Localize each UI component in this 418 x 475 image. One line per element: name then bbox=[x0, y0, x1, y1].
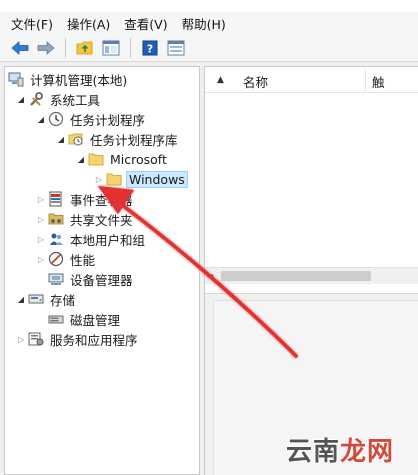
tree-node-computer-management[interactable]: 计算机管理(本地) bbox=[7, 69, 129, 89]
event-viewer-icon bbox=[47, 190, 65, 208]
performance-icon bbox=[47, 250, 65, 268]
back-arrow-icon[interactable] bbox=[9, 37, 31, 59]
expand-triangle-icon[interactable]: ▷ bbox=[35, 209, 47, 229]
tree-label: 性能 bbox=[70, 252, 96, 268]
toolbar-separator bbox=[130, 37, 131, 58]
folder-icon bbox=[87, 150, 105, 168]
folder-icon bbox=[105, 170, 123, 188]
tree-label: 设备管理器 bbox=[70, 272, 133, 288]
svg-text:?: ? bbox=[147, 42, 153, 55]
tree-label: 任务计划程序库 bbox=[90, 132, 178, 148]
scrollbar-thumb[interactable] bbox=[221, 271, 371, 281]
results-pane: ▲ 名称 触 ◀ bbox=[204, 66, 418, 475]
tree-label: 服务和应用程序 bbox=[50, 332, 138, 348]
tree-label: 磁盘管理 bbox=[70, 312, 121, 328]
tree-label: 存储 bbox=[50, 292, 76, 308]
sort-ascending-icon[interactable]: ▲ bbox=[217, 75, 224, 85]
tree-label: 计算机管理(本地) bbox=[30, 72, 128, 88]
expand-triangle-icon[interactable]: ▷ bbox=[93, 169, 105, 189]
horizontal-scrollbar[interactable]: ◀ bbox=[205, 267, 418, 284]
title-bar-strip bbox=[0, 0, 418, 12]
collapse-triangle-icon[interactable]: ◢ bbox=[75, 149, 87, 169]
tree-node-windows[interactable]: ▷ Windows bbox=[93, 169, 188, 189]
menu-view[interactable]: 查看(V) bbox=[117, 12, 174, 35]
watermark-part1: 云南 bbox=[286, 437, 341, 467]
scroll-left-icon[interactable]: ◀ bbox=[207, 272, 213, 281]
expand-triangle-icon[interactable]: ▷ bbox=[35, 229, 47, 249]
system-tools-icon bbox=[27, 90, 45, 108]
users-icon bbox=[47, 230, 65, 248]
up-folder-icon[interactable] bbox=[74, 37, 96, 59]
column-divider[interactable] bbox=[365, 69, 366, 91]
tree-label: 任务计划程序 bbox=[70, 112, 146, 128]
tree-node-disk-management[interactable]: 磁盘管理 bbox=[47, 309, 122, 329]
column-name-header[interactable]: 名称 bbox=[243, 72, 268, 91]
shared-folder-icon bbox=[47, 210, 65, 228]
show-hide-tree-icon[interactable] bbox=[100, 37, 122, 59]
tree-label: 共享文件夹 bbox=[70, 212, 133, 228]
storage-icon bbox=[27, 290, 45, 308]
forward-arrow-icon[interactable] bbox=[35, 37, 57, 59]
tree-node-shared-folders[interactable]: ▷ 共享文件夹 bbox=[35, 209, 135, 229]
device-manager-icon bbox=[47, 270, 65, 288]
watermark-part2: 龙网 bbox=[340, 437, 395, 467]
menu-help[interactable]: 帮助(H) bbox=[175, 12, 233, 35]
tree-label: Windows bbox=[126, 170, 188, 188]
tree-label: 事件查看器 bbox=[70, 192, 133, 208]
column-status-header[interactable]: 触 bbox=[372, 72, 385, 91]
menu-bar: 文件(F) 操作(A) 查看(V) 帮助(H) bbox=[0, 12, 418, 34]
services-icon bbox=[27, 330, 45, 348]
collapse-triangle-icon[interactable]: ◢ bbox=[15, 89, 27, 109]
expand-triangle-icon[interactable]: ▷ bbox=[15, 329, 27, 349]
clock-folder-icon bbox=[67, 130, 85, 148]
expand-triangle-icon[interactable]: ▷ bbox=[35, 189, 47, 209]
help-icon[interactable]: ? bbox=[139, 37, 161, 59]
clock-icon bbox=[47, 110, 65, 128]
tree-node-device-manager[interactable]: 设备管理器 bbox=[47, 269, 135, 289]
tree-node-performance[interactable]: ▷ 性能 bbox=[35, 249, 97, 269]
tree-node-task-library[interactable]: ◢ 任务计划程序库 bbox=[55, 129, 180, 149]
tree-node-event-viewer[interactable]: ▷ 事件查看器 bbox=[35, 189, 135, 209]
toolbar: ? bbox=[0, 34, 418, 62]
tree-label: Microsoft bbox=[110, 151, 167, 167]
menu-action[interactable]: 操作(A) bbox=[60, 12, 117, 35]
toolbar-separator bbox=[65, 37, 66, 58]
properties-icon[interactable] bbox=[165, 37, 187, 59]
watermark: 云南龙网 bbox=[286, 431, 394, 468]
tree-node-local-users[interactable]: ▷ 本地用户和组 bbox=[35, 229, 147, 249]
collapse-triangle-icon[interactable]: ◢ bbox=[55, 129, 67, 149]
collapse-triangle-icon[interactable]: ◢ bbox=[35, 109, 47, 129]
tree-node-storage[interactable]: ◢ 存储 bbox=[15, 289, 77, 309]
menu-file[interactable]: 文件(F) bbox=[4, 12, 60, 35]
tree-node-task-scheduler[interactable]: ◢ 任务计划程序 bbox=[35, 109, 147, 129]
tree-label: 系统工具 bbox=[50, 92, 101, 108]
column-header: ▲ 名称 触 bbox=[205, 67, 418, 93]
tree-node-services-apps[interactable]: ▷ 服务和应用程序 bbox=[15, 329, 140, 349]
tree-label: 本地用户和组 bbox=[70, 232, 146, 248]
tree-node-microsoft[interactable]: ◢ Microsoft bbox=[75, 149, 169, 169]
expand-triangle-icon[interactable]: ▷ bbox=[35, 249, 47, 269]
console-tree: 计算机管理(本地) ◢ 系统工具 ◢ 任务计划程序 ◢ 任务计划程序库 ◢ Mi… bbox=[4, 66, 200, 475]
collapse-triangle-icon[interactable]: ◢ bbox=[15, 289, 27, 309]
tree-node-system-tools[interactable]: ◢ 系统工具 bbox=[15, 89, 102, 109]
disk-icon bbox=[47, 310, 65, 328]
computer-management-icon bbox=[7, 70, 25, 88]
